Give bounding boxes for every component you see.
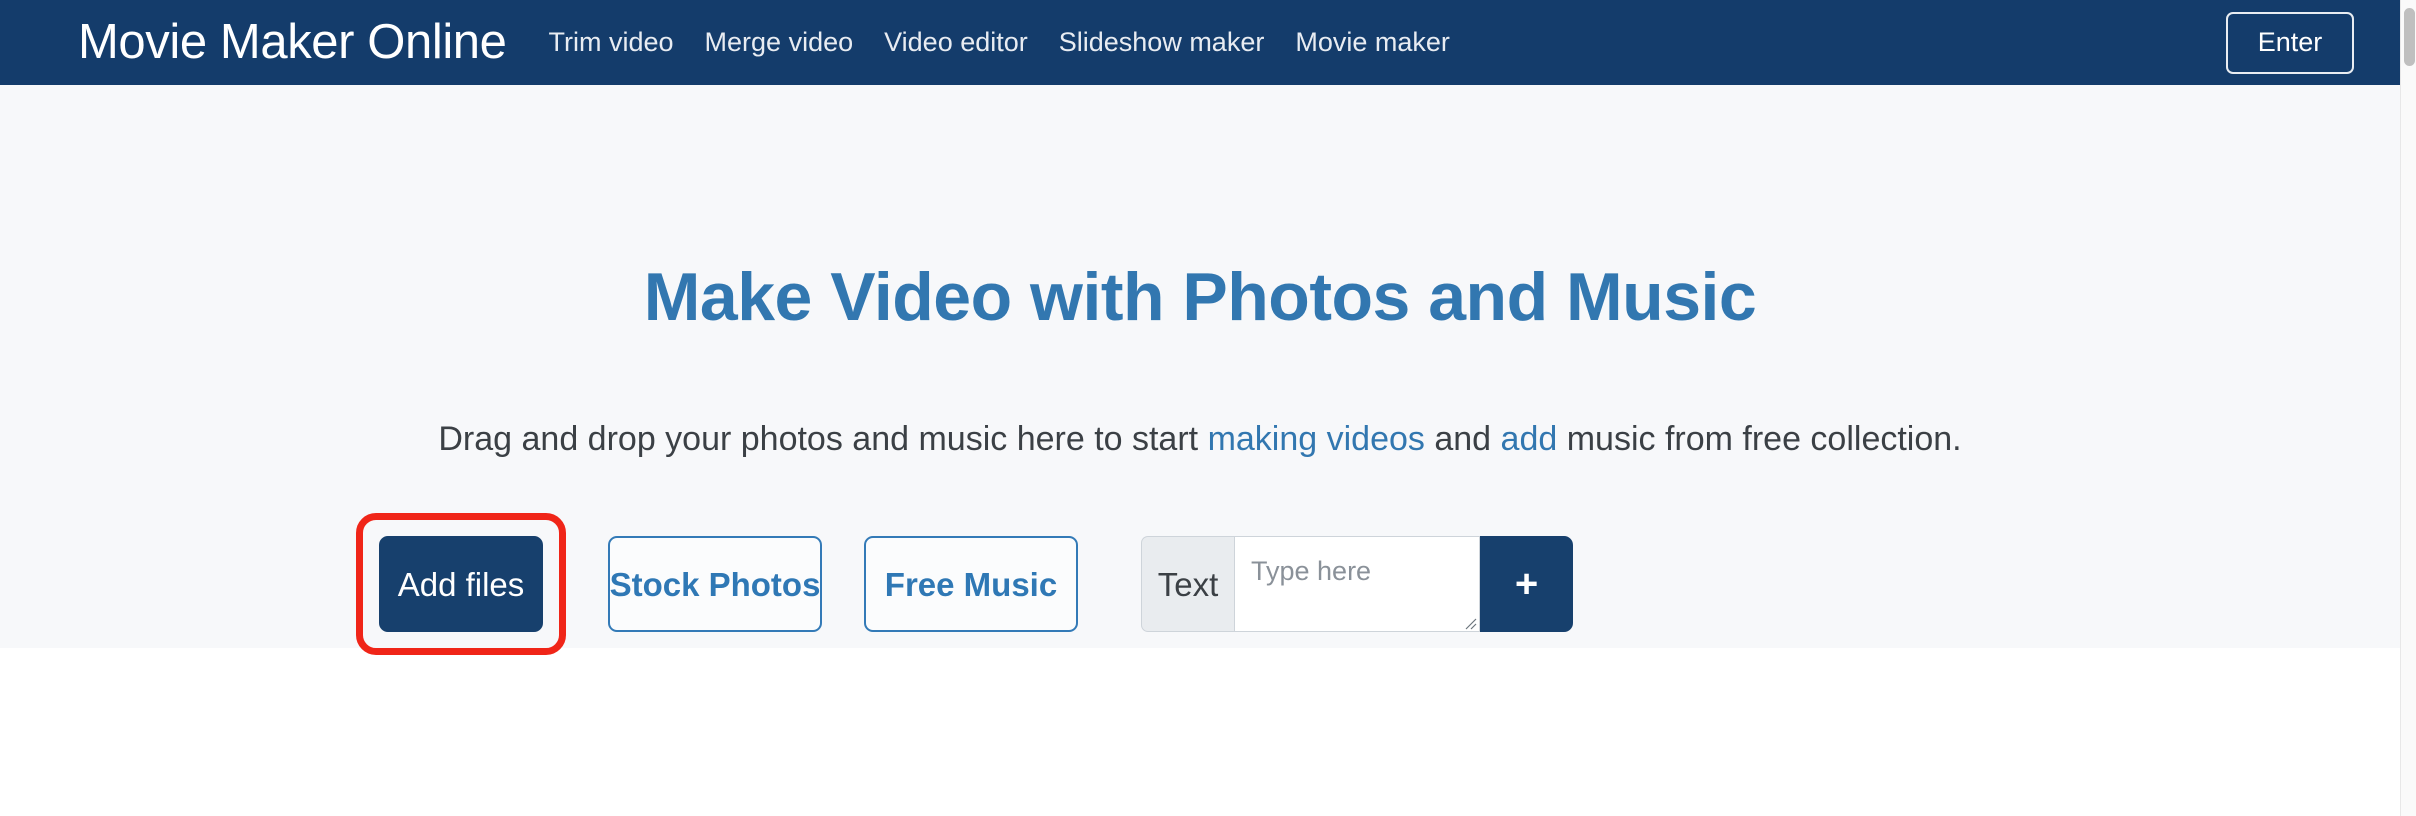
hero-subtitle: Drag and drop your photos and music here… [0, 422, 2400, 456]
action-buttons-row: Add files Stock Photos Free Music Text + [379, 536, 1573, 655]
page-title: Make Video with Photos and Music [0, 263, 2400, 331]
vertical-scrollbar[interactable] [2400, 0, 2416, 816]
nav-link-movie-maker[interactable]: Movie maker [1295, 29, 1450, 56]
hero-subtitle-text-1: Drag and drop your photos and music here… [438, 420, 1207, 458]
add-music-link[interactable]: add [1501, 420, 1558, 458]
nav-link-video-editor[interactable]: Video editor [884, 29, 1028, 56]
add-files-button[interactable]: Add files [379, 536, 543, 632]
nav-links: Trim video Merge video Video editor Slid… [549, 29, 1450, 56]
hero-section: Make Video with Photos and Music Drag an… [0, 85, 2400, 648]
enter-button-wrap: Enter [2226, 12, 2354, 74]
text-input[interactable] [1234, 536, 1480, 632]
text-input-wrap [1234, 536, 1480, 632]
nav-link-merge-video[interactable]: Merge video [705, 29, 854, 56]
add-text-button[interactable]: + [1480, 536, 1573, 632]
enter-button[interactable]: Enter [2226, 12, 2354, 74]
making-videos-link[interactable]: making videos [1208, 420, 1425, 458]
free-music-button[interactable]: Free Music [864, 536, 1078, 632]
hero-subtitle-text-3: music from free collection. [1557, 420, 1961, 458]
hero-subtitle-text-2: and [1425, 420, 1501, 458]
nav-link-trim-video[interactable]: Trim video [549, 29, 674, 56]
top-navbar: Movie Maker Online Trim video Merge vide… [0, 0, 2400, 85]
page-root: Movie Maker Online Trim video Merge vide… [0, 0, 2416, 816]
brand-logo[interactable]: Movie Maker Online [78, 18, 507, 67]
add-files-highlight-ring: Add files [356, 513, 566, 655]
scrollbar-thumb[interactable] [2404, 8, 2415, 66]
nav-link-slideshow-maker[interactable]: Slideshow maker [1059, 29, 1265, 56]
text-input-group: Text + [1141, 536, 1573, 632]
stock-photos-button[interactable]: Stock Photos [608, 536, 822, 632]
text-input-label: Text [1141, 536, 1234, 632]
